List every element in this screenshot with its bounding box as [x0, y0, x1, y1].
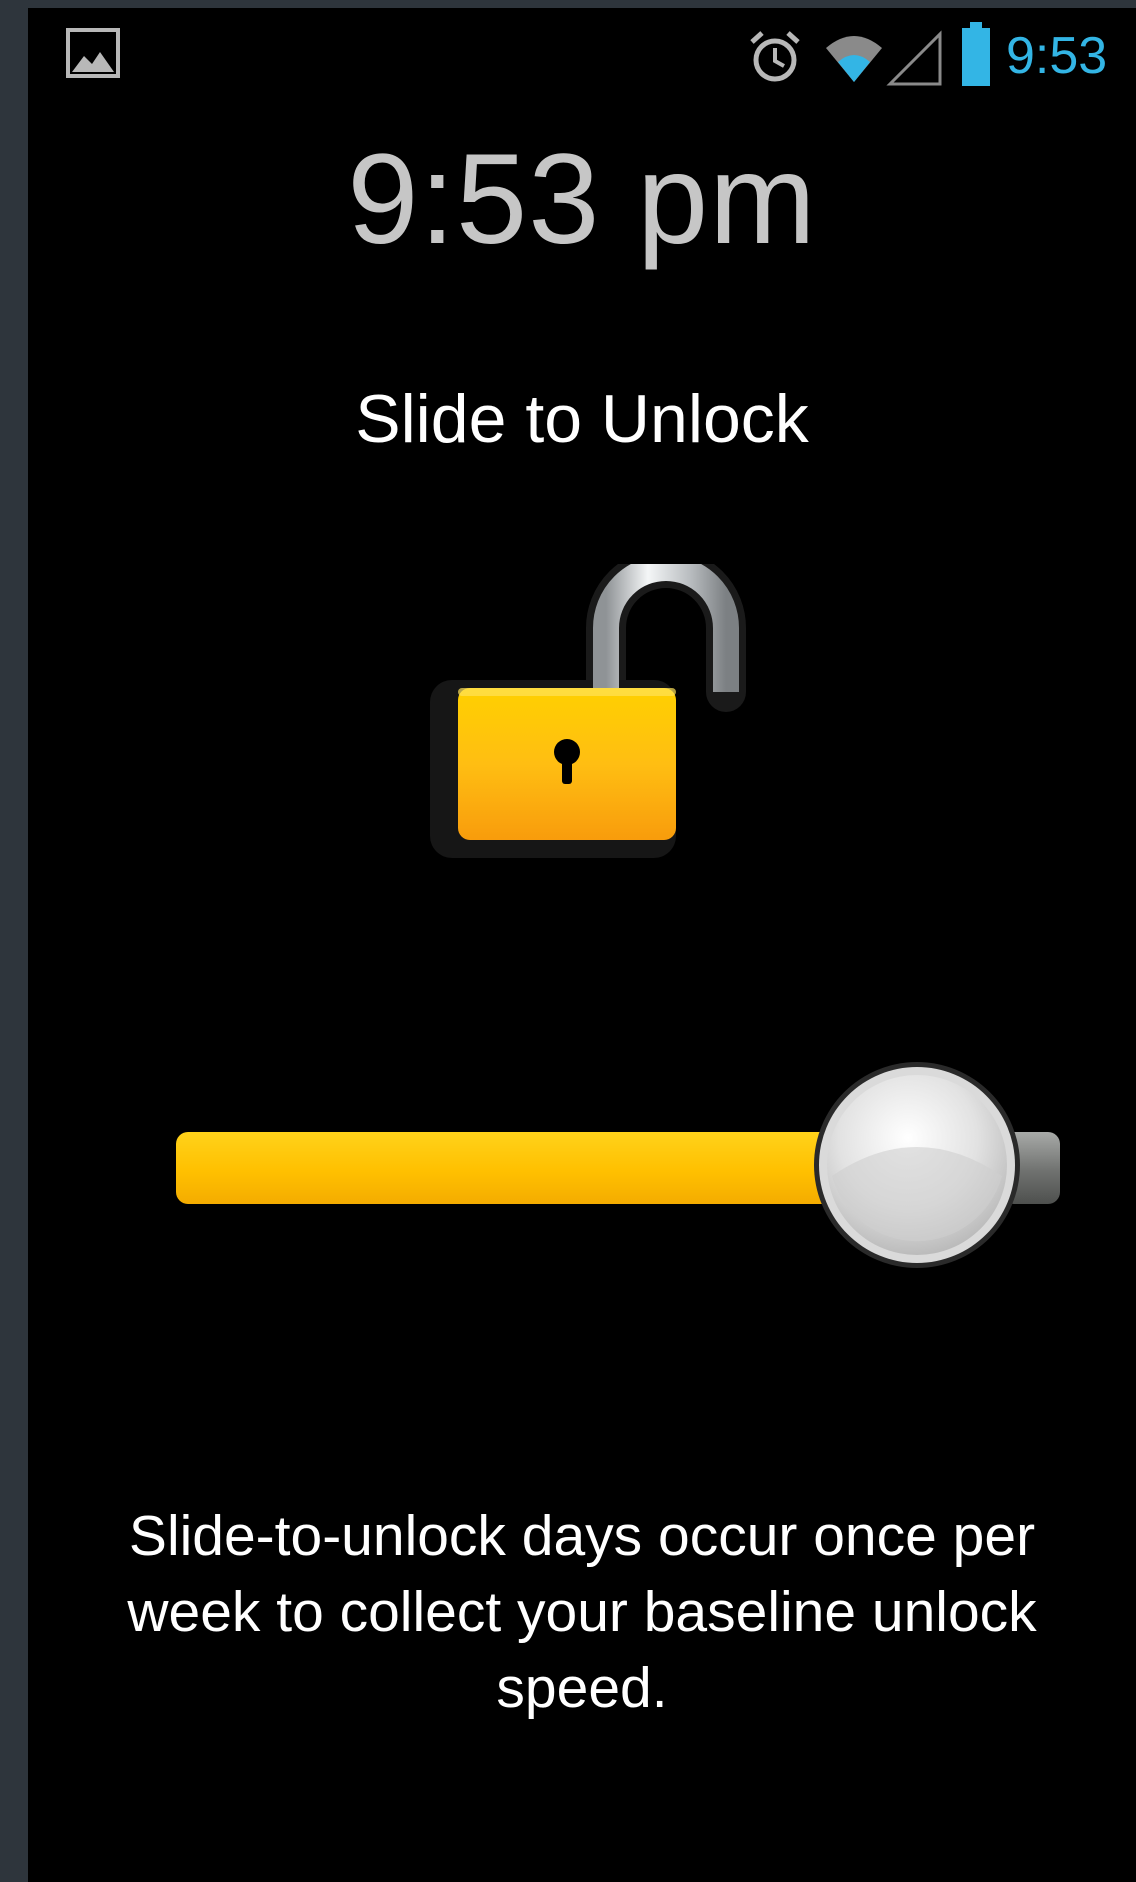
- description-text: Slide-to-unlock days occur once per week…: [127, 1504, 1037, 1720]
- signal-icon: [886, 30, 942, 86]
- page-title: Slide to Unlock: [355, 381, 809, 457]
- clock-display: 9:53 pm: [347, 128, 817, 271]
- unlock-slider[interactable]: [146, 1048, 1066, 1268]
- status-time: 9:53: [1006, 27, 1108, 85]
- slider-knob[interactable]: [810, 1058, 1024, 1272]
- phone-screen: 9:53 9:53 pm Slide to Unlock Slide-to-un…: [28, 8, 1136, 1882]
- battery-icon: [962, 22, 990, 86]
- padlock-open-icon: [430, 564, 746, 858]
- gallery-icon: [66, 28, 120, 78]
- slider-track-fill: [176, 1132, 844, 1204]
- alarm-icon: [750, 31, 800, 82]
- status-bar: 9:53: [28, 8, 1136, 108]
- wifi-icon: [826, 36, 882, 82]
